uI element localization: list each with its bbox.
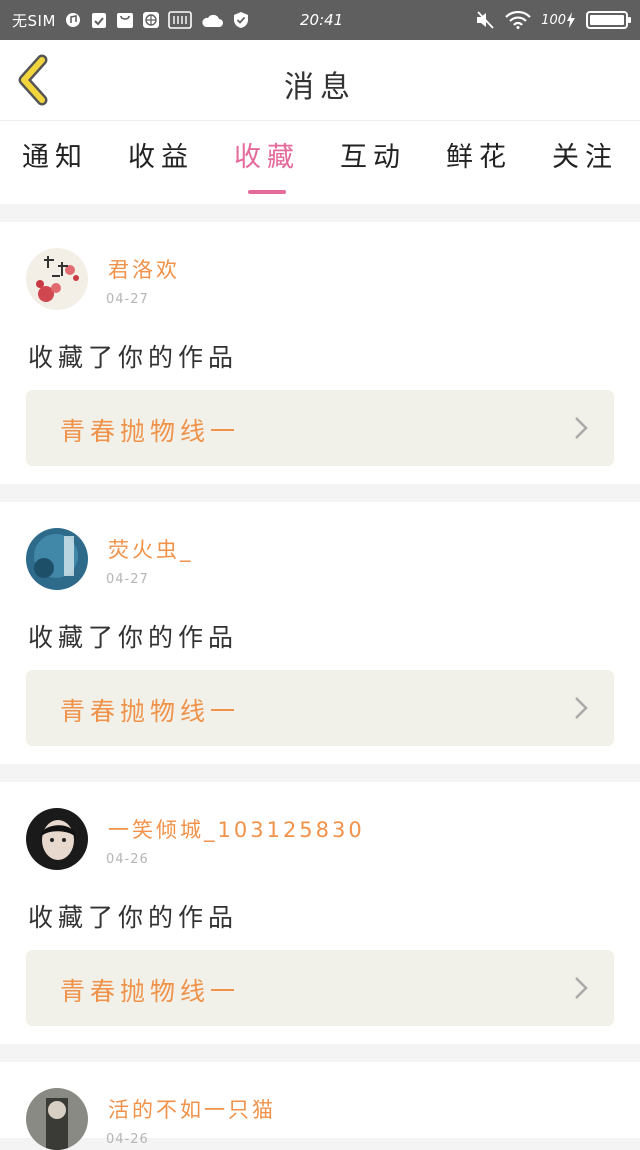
notification-card: 一笑倾城_103125830 04-26 收藏了你的作品 青春抛物线一 (0, 782, 640, 1044)
clock: 20:41 (300, 11, 344, 29)
notification-card: 荧火虫_ 04-27 收藏了你的作品 青春抛物线一 (0, 502, 640, 764)
music-icon (64, 11, 82, 29)
tab-label: 鲜花 (446, 142, 512, 173)
tab-label: 互动 (340, 142, 406, 173)
avatar[interactable] (26, 808, 88, 870)
username[interactable]: 君洛欢 (108, 254, 180, 284)
chevron-right-icon (575, 697, 588, 719)
tab-label: 收藏 (234, 142, 300, 173)
tab-following[interactable]: 关注 (530, 135, 640, 174)
iqiyi-icon (168, 11, 192, 29)
globe-icon (142, 11, 160, 29)
tab-notifications[interactable]: 通知 (0, 135, 110, 174)
page-title: 消息 (284, 70, 356, 105)
chevron-right-icon (575, 417, 588, 439)
active-tab-indicator (248, 190, 286, 194)
avatar[interactable] (26, 1088, 88, 1150)
status-bar: 无SIM 20:41 100 (0, 0, 640, 40)
charging-icon (566, 11, 576, 29)
username[interactable]: 一笑倾城_103125830 (108, 814, 365, 844)
battery-percent: 100 (541, 12, 566, 28)
tab-label: 收益 (128, 142, 194, 173)
cloud-icon (200, 11, 224, 29)
username[interactable]: 荧火虫_ (108, 534, 194, 564)
notification-date: 04-26 (106, 852, 149, 867)
tab-label: 关注 (552, 142, 618, 173)
bag-icon (116, 11, 134, 29)
notification-date: 04-27 (106, 292, 149, 307)
action-text: 收藏了你的作品 (28, 903, 239, 932)
notification-card: 君洛欢 04-27 收藏了你的作品 青春抛物线一 (0, 222, 640, 484)
avatar[interactable] (26, 528, 88, 590)
app-header: 消息 (0, 40, 640, 120)
tab-interactions[interactable]: 互动 (318, 135, 428, 174)
tab-flowers[interactable]: 鲜花 (424, 135, 534, 174)
notification-card: 活的不如一只猫 04-26 (0, 1062, 640, 1150)
tab-earnings[interactable]: 收益 (106, 135, 216, 174)
mute-icon (475, 11, 495, 29)
avatar[interactable] (26, 248, 88, 310)
username[interactable]: 活的不如一只猫 (108, 1094, 276, 1124)
work-title: 青春抛物线一 (60, 417, 241, 446)
chevron-right-icon (575, 977, 588, 999)
notification-date: 04-26 (106, 1132, 149, 1147)
action-text: 收藏了你的作品 (28, 623, 239, 652)
work-link[interactable]: 青春抛物线一 (26, 390, 614, 466)
action-text: 收藏了你的作品 (28, 343, 239, 372)
work-title: 青春抛物线一 (60, 697, 241, 726)
work-link[interactable]: 青春抛物线一 (26, 950, 614, 1026)
category-tabs: 通知 收益 收藏 互动 鲜花 关注 (0, 120, 640, 204)
carrier-label: 无SIM (12, 11, 56, 30)
wifi-icon (505, 11, 531, 29)
clipboard-check-icon (90, 11, 108, 29)
tab-label: 通知 (22, 142, 88, 173)
shield-icon (232, 11, 250, 29)
tab-favorites[interactable]: 收藏 (212, 135, 322, 194)
work-title: 青春抛物线一 (60, 977, 241, 1006)
work-link[interactable]: 青春抛物线一 (26, 670, 614, 746)
notification-date: 04-27 (106, 572, 149, 587)
battery-icon (586, 11, 631, 29)
